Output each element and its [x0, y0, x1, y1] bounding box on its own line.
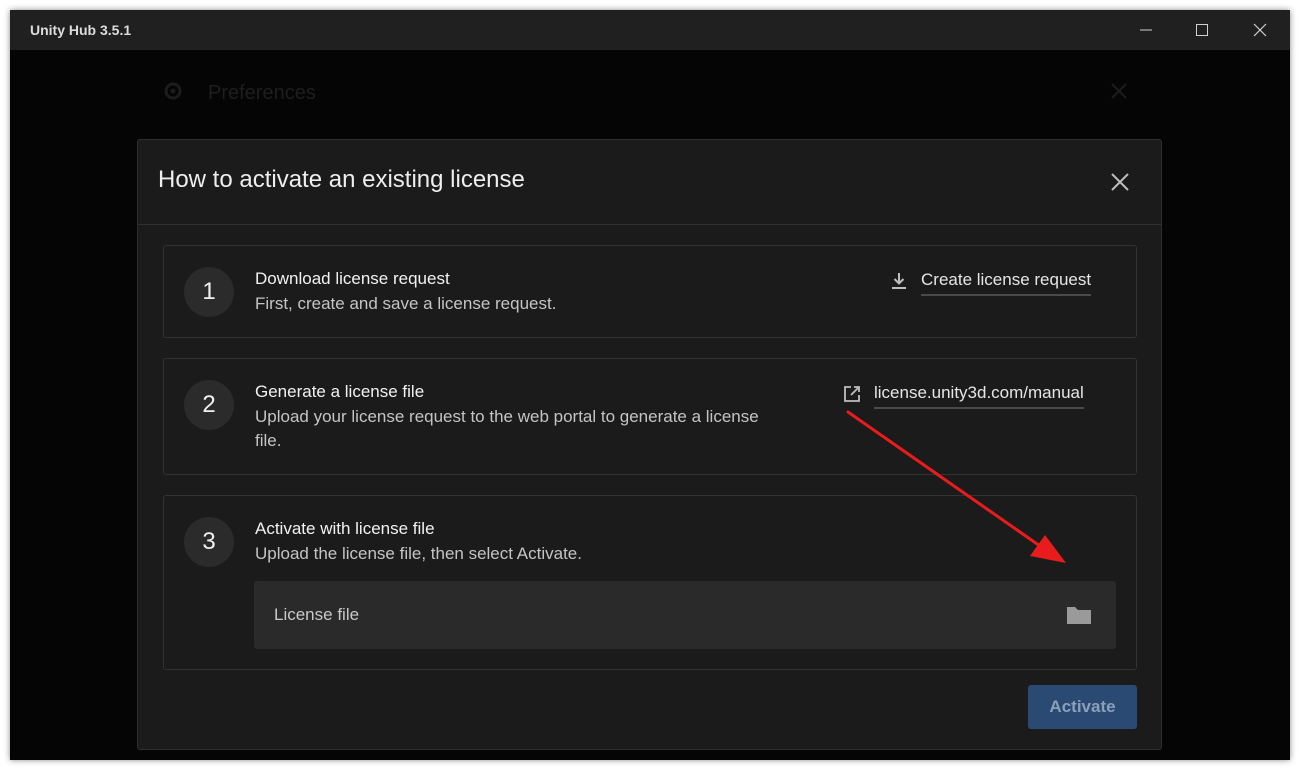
license-portal-link[interactable]: license.unity3d.com/manual [842, 383, 1084, 409]
minimize-button[interactable] [1118, 10, 1174, 50]
step-description: First, create and save a license request… [255, 294, 557, 313]
browse-folder-button[interactable] [1064, 601, 1094, 629]
window-title: Unity Hub 3.5.1 [30, 22, 132, 38]
step-number: 1 [184, 267, 234, 317]
license-file-input[interactable]: License file [254, 581, 1116, 649]
create-license-request-button[interactable]: Create license request [889, 270, 1092, 296]
window-close-button[interactable] [1232, 10, 1288, 50]
preferences-title: Preferences [208, 82, 316, 104]
close-icon [1111, 173, 1129, 191]
step-card-3: 3 Activate with license file Upload the … [163, 495, 1137, 670]
dialog-close-button[interactable] [1106, 168, 1134, 196]
minimize-icon [1140, 29, 1152, 31]
activate-button[interactable]: Activate [1028, 685, 1137, 729]
preferences-close-icon [1111, 83, 1127, 99]
step-description: Upload your license request to the web p… [255, 407, 759, 450]
app-window: Unity Hub 3.5.1 Preferences How to activ… [10, 10, 1290, 760]
modal-backdrop[interactable]: Preferences How to activate an existing … [10, 50, 1290, 760]
step-description: Upload the license file, then select Act… [255, 544, 582, 563]
dialog-header: How to activate an existing license [138, 140, 1161, 225]
step-title: Activate with license file [255, 519, 435, 538]
dialog-title: How to activate an existing license [158, 166, 525, 193]
step-number: 3 [184, 517, 234, 567]
gear-icon [164, 82, 182, 100]
license-file-placeholder: License file [274, 605, 360, 624]
external-link-icon [844, 386, 860, 402]
step-card-2: 2 Generate a license file Upload your li… [163, 358, 1137, 475]
maximize-icon [1196, 24, 1208, 36]
download-icon [892, 273, 906, 289]
activate-license-dialog: How to activate an existing license 1 Do… [137, 139, 1162, 750]
title-bar[interactable]: Unity Hub 3.5.1 [10, 10, 1290, 50]
maximize-button[interactable] [1174, 10, 1230, 50]
step-title: Generate a license file [255, 382, 425, 401]
create-license-request-label: Create license request [921, 270, 1092, 296]
close-icon [1253, 23, 1267, 37]
step-card-1: 1 Download license request First, create… [163, 245, 1137, 338]
folder-icon [1067, 607, 1091, 624]
step-number: 2 [184, 380, 234, 430]
license-portal-link-label: license.unity3d.com/manual [874, 383, 1084, 409]
step-title: Download license request [255, 269, 450, 288]
